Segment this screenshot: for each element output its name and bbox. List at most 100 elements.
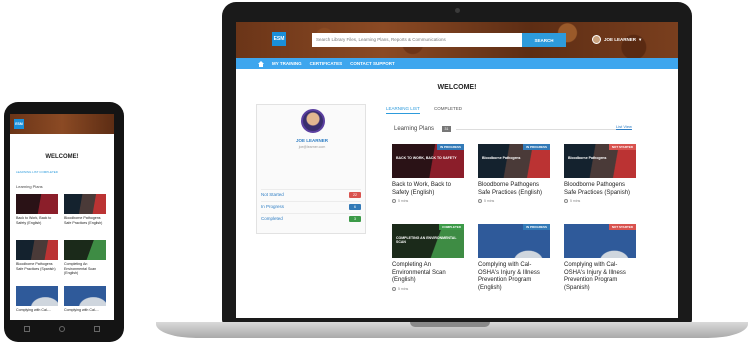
back-icon[interactable] <box>24 326 31 332</box>
clock-icon <box>392 199 396 203</box>
course-thumbnail[interactable]: BACK TO WORK, BACK TO SAFETY IN PROGRESS <box>392 144 464 178</box>
status-label: Not Started <box>261 192 284 197</box>
status-badge: 22 <box>349 191 361 198</box>
course-card[interactable]: Complying with Cal-... <box>16 286 58 313</box>
duration-text: 5 mins <box>570 199 581 203</box>
status-badge: 3 <box>349 215 361 222</box>
status-row-not-started[interactable]: Not Started 22 <box>261 189 361 199</box>
course-title[interactable]: Complying with Cal-... <box>64 308 106 313</box>
thumbnail-text: COMPLETING AN ENVIRONMENTAL SCAN <box>396 236 457 244</box>
course-title[interactable]: Complying with Cal-OSHA's Injury & Illne… <box>564 262 636 292</box>
chevron-down-icon: ▾ <box>639 36 642 42</box>
course-thumbnail[interactable]: Bloodborne Pathogens NOT STARTED <box>564 144 636 178</box>
learning-plans-heading: Learning Plans <box>394 126 435 132</box>
course-thumbnail[interactable] <box>64 286 106 306</box>
home-icon[interactable] <box>258 60 264 67</box>
status-row-in-progress[interactable]: In Progress 6 <box>261 201 361 211</box>
list-view-link[interactable]: List View <box>616 124 632 129</box>
course-title[interactable]: Complying with Cal-... <box>16 308 58 313</box>
nav-my-training[interactable]: MY TRAINING <box>272 61 302 66</box>
course-card[interactable]: Back to Work, Back to Safety (English) <box>16 194 58 225</box>
course-card[interactable]: BACK TO WORK, BACK TO SAFETY IN PROGRESS B… <box>392 144 464 203</box>
phone-screen: ESM WELCOME! LEARNING LIST COMPLETED Lea… <box>10 114 114 320</box>
course-thumbnail[interactable]: COMPLETING AN ENVIRONMENTAL SCAN COMPLETE… <box>392 224 464 258</box>
device-mockup-stage: ESM Search Library Files, Learning Plans… <box>0 0 748 342</box>
status-badge: IN PROGRESS <box>523 224 550 230</box>
user-name: JOE LEARNER <box>604 37 637 42</box>
clock-icon <box>478 199 482 203</box>
status-label: Completed <box>261 216 283 221</box>
status-badge: IN PROGRESS <box>437 144 464 150</box>
course-duration: 5 mins <box>392 286 464 291</box>
profile-name[interactable]: JOE LEARNER <box>257 138 367 143</box>
status-badge: 6 <box>349 203 361 210</box>
course-card[interactable]: Complying with Cal-... <box>64 286 106 313</box>
course-title[interactable]: Bloodborne Pathogens Safe Practices (Eng… <box>64 216 106 225</box>
course-thumbnail[interactable] <box>16 286 58 306</box>
course-title[interactable]: Completing An Environmental Scan (Englis… <box>64 262 106 276</box>
course-title[interactable]: Bloodborne Pathogens Safe Practices (Spa… <box>564 182 636 197</box>
course-thumbnail[interactable]: NOT STARTED <box>564 224 636 258</box>
user-menu[interactable]: JOE LEARNER ▾ <box>592 35 641 44</box>
course-title[interactable]: Bloodborne Pathogens Safe Practices (Eng… <box>478 182 550 197</box>
avatar <box>592 35 601 44</box>
thumbnail-text: Bloodborne Pathogens <box>568 156 607 160</box>
laptop-notch <box>410 322 490 327</box>
home-icon[interactable] <box>58 326 65 332</box>
tab-completed[interactable]: COMPLETED <box>434 106 462 111</box>
course-title[interactable]: Bloodborne Pathogens Safe Practices (Spa… <box>16 262 58 271</box>
header-banner: ESM <box>10 114 114 134</box>
search-button[interactable]: SEARCH <box>522 33 566 47</box>
course-card[interactable]: Bloodborne Pathogens Safe Practices (Eng… <box>64 194 106 225</box>
page-title: WELCOME! <box>437 84 477 91</box>
status-badge: NOT STARTED <box>608 144 636 150</box>
tab-learning-list[interactable]: LEARNING LIST <box>386 106 420 114</box>
status-row-completed[interactable]: Completed 3 <box>261 213 361 223</box>
course-thumbnail[interactable]: Bloodborne Pathogens IN PROGRESS <box>478 144 550 178</box>
course-thumbnail[interactable]: IN PROGRESS <box>478 224 550 258</box>
search-input[interactable]: Search Library Files, Learning Plans, Re… <box>312 33 522 47</box>
course-title[interactable]: Completing An Environmental Scan (Englis… <box>392 262 464 285</box>
app-logo[interactable]: ESM <box>14 119 24 129</box>
thumbnail-text: Bloodborne Pathogens <box>482 156 521 160</box>
duration-text: 5 mins <box>484 199 495 203</box>
course-title[interactable]: Back to Work, Back to Safety (English) <box>392 182 464 197</box>
clock-icon <box>564 199 568 203</box>
course-title[interactable]: Back to Work, Back to Safety (English) <box>16 216 58 225</box>
course-thumbnail[interactable] <box>64 240 106 260</box>
camera-dot <box>455 8 460 13</box>
course-card[interactable]: NOT STARTED Complying with Cal-OSHA's Inj… <box>564 224 636 292</box>
course-thumbnail[interactable] <box>16 194 58 214</box>
course-duration: 5 mins <box>564 199 636 203</box>
course-title[interactable]: Complying with Cal-OSHA's Injury & Illne… <box>478 262 550 292</box>
course-duration: 5 mins <box>392 199 464 203</box>
status-badge: IN PROGRESS <box>523 144 550 150</box>
page-title: WELCOME! <box>45 154 79 160</box>
laptop-screen: ESM Search Library Files, Learning Plans… <box>236 22 678 318</box>
course-thumbnail[interactable] <box>16 240 58 260</box>
course-card[interactable]: Bloodborne Pathogens Safe Practices (Spa… <box>16 240 58 271</box>
tabs[interactable]: LEARNING LIST COMPLETED <box>16 170 58 174</box>
profile-card: JOE LEARNER joe@learner.com Not Started … <box>256 104 366 234</box>
course-card[interactable]: IN PROGRESS Complying with Cal-OSHA's Inj… <box>478 224 550 292</box>
clock-icon <box>392 286 396 291</box>
course-duration: 5 mins <box>478 199 550 203</box>
avatar <box>301 109 325 133</box>
learning-plans-heading: Learning Plans <box>16 184 43 189</box>
course-thumbnail[interactable] <box>64 194 106 214</box>
nav-certificates[interactable]: CERTIFICATES <box>310 61 342 66</box>
course-card[interactable]: Bloodborne Pathogens NOT STARTED Bloodborn… <box>564 144 636 203</box>
duration-text: 5 mins <box>398 286 409 291</box>
divider <box>456 129 626 130</box>
phone-nav-bar <box>10 320 114 338</box>
nav-contact-support[interactable]: CONTACT SUPPORT <box>350 61 395 66</box>
course-card[interactable]: COMPLETING AN ENVIRONMENTAL SCAN COMPLETE… <box>392 224 464 291</box>
duration-text: 5 mins <box>398 199 409 203</box>
thumbnail-text: BACK TO WORK, BACK TO SAFETY <box>396 156 457 160</box>
course-card[interactable]: Bloodborne Pathogens IN PROGRESS Bloodborn… <box>478 144 550 203</box>
course-card[interactable]: Completing An Environmental Scan (Englis… <box>64 240 106 276</box>
recents-icon[interactable] <box>93 326 100 332</box>
header-banner: ESM Search Library Files, Learning Plans… <box>236 22 678 58</box>
app-logo[interactable]: ESM <box>272 32 286 46</box>
learning-plans-count: 31 <box>442 126 451 132</box>
